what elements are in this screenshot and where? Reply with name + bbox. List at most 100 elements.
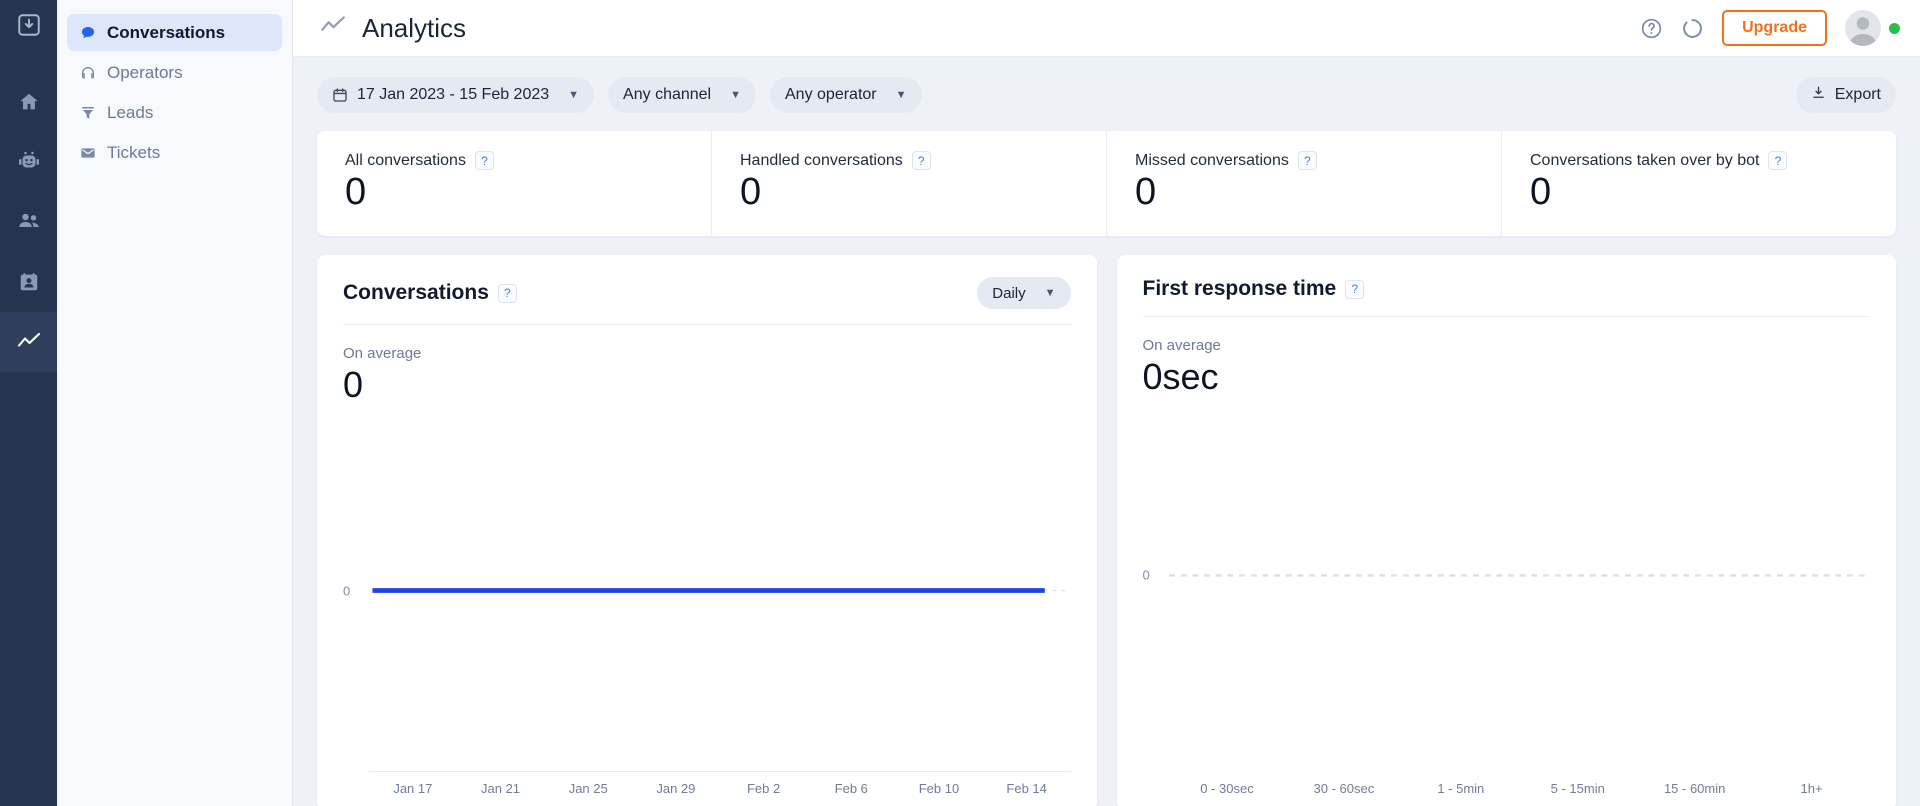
panel-title: Conversations	[343, 281, 489, 304]
help-tooltip-icon[interactable]: ?	[911, 151, 931, 170]
chat-bubble-icon	[79, 25, 96, 41]
panel-title: First response time	[1142, 277, 1337, 300]
header-right: Upgrade	[1640, 10, 1900, 46]
help-tooltip-icon[interactable]: ?	[474, 151, 494, 170]
chevron-down-icon: ▼	[568, 89, 580, 101]
kpi-all-conversations: All conversations ? 0	[317, 131, 712, 236]
help-tooltip-icon[interactable]: ?	[1297, 151, 1317, 170]
sidebar-item-tickets[interactable]: Tickets	[67, 134, 282, 171]
kpi-value: 0	[345, 171, 367, 213]
kpi-label: Missed conversations	[1135, 151, 1289, 169]
secondary-sidebar: Conversations Operators Leads Tickets	[57, 0, 293, 806]
granularity-label: Daily	[992, 284, 1026, 302]
average-label: On average	[343, 345, 422, 362]
kpi-value: 0	[740, 171, 762, 213]
help-tooltip-icon[interactable]: ?	[1768, 151, 1788, 170]
x-axis-tick: 15 - 60min	[1663, 781, 1726, 796]
conversations-x-axis: Jan 17 Jan 21 Jan 25 Jan 29 Feb 2 Feb 6 …	[369, 771, 1071, 806]
kpi-bot-taken-over: Conversations taken over by bot ? 0	[1502, 131, 1896, 236]
chevron-down-icon: ▼	[895, 89, 907, 101]
top-header: Analytics Upgrade	[293, 0, 1920, 57]
x-axis-tick: Feb 6	[834, 781, 868, 796]
help-tooltip-icon[interactable]: ?	[1345, 279, 1365, 299]
rail-item-analytics[interactable]	[0, 312, 57, 372]
conversations-panel: Conversations ? Daily ▼ On average 0 0 J…	[317, 255, 1097, 806]
conversations-line-chart: 0	[343, 410, 1071, 771]
rail-item-contacts[interactable]	[0, 192, 57, 252]
sidebar-item-conversations[interactable]: Conversations	[67, 14, 282, 51]
avatar-area	[1845, 10, 1900, 46]
primary-nav-rail	[0, 0, 57, 806]
calendar-icon	[332, 87, 348, 103]
kpi-summary-card: All conversations ? 0 Handled conversati…	[317, 131, 1896, 236]
panel-header: First response time ?	[1142, 277, 1870, 317]
x-axis-tick: Jan 29	[656, 781, 696, 796]
rail-item-directory[interactable]	[0, 252, 57, 312]
kpi-label: All conversations	[345, 151, 466, 169]
kpi-header: Conversations taken over by bot ?	[1530, 151, 1868, 170]
kpi-handled-conversations: Handled conversations ? 0	[712, 131, 1107, 236]
download-icon	[1811, 85, 1826, 105]
kpi-value: 0	[1530, 171, 1552, 213]
x-axis-tick: 5 - 15min	[1550, 781, 1605, 796]
date-range-label: 17 Jan 2023 - 15 Feb 2023	[357, 86, 550, 103]
first-response-x-axis: 0 - 30sec 30 - 60sec 1 - 5min 5 - 15min …	[1169, 771, 1871, 806]
page-title: Analytics	[362, 12, 467, 43]
help-tooltip-icon[interactable]: ?	[497, 283, 517, 303]
sidebar-item-label: Leads	[107, 102, 154, 122]
content-area: 17 Jan 2023 - 15 Feb 2023 ▼ Any channel …	[293, 57, 1920, 806]
line-chart-icon	[17, 332, 40, 347]
x-axis-tick: Feb 2	[746, 781, 781, 796]
rail-item-chatbot[interactable]	[0, 132, 57, 192]
loading-spinner-icon[interactable]	[1681, 17, 1704, 40]
sidebar-item-operators[interactable]: Operators	[67, 54, 282, 91]
sidebar-item-leads[interactable]: Leads	[67, 94, 282, 131]
average-label: On average	[1142, 337, 1221, 354]
x-axis-tick: 1 - 5min	[1437, 781, 1485, 796]
export-button[interactable]: Export	[1795, 77, 1896, 113]
robot-icon	[18, 151, 39, 168]
panel-header: Conversations ? Daily ▼	[343, 277, 1071, 325]
chart-plot-area	[369, 588, 1071, 593]
main-column: Analytics Upgrade 17 Jan 2023 - 15 Feb 2…	[293, 0, 1920, 806]
app-logo-icon[interactable]	[14, 10, 44, 40]
rail-item-home[interactable]	[0, 72, 57, 132]
x-axis-tick: 0 - 30sec	[1200, 781, 1254, 796]
x-axis-tick: Jan 21	[481, 781, 521, 796]
help-circle-icon[interactable]	[1640, 17, 1663, 40]
channel-filter[interactable]: Any channel ▼	[608, 77, 756, 113]
chevron-down-icon: ▼	[1044, 287, 1056, 299]
analytics-app: Conversations Operators Leads Tickets An…	[0, 0, 1920, 806]
user-avatar-icon	[1849, 17, 1877, 46]
date-range-picker[interactable]: 17 Jan 2023 - 15 Feb 2023 ▼	[317, 77, 595, 113]
sidebar-item-label: Tickets	[107, 142, 161, 162]
kpi-header: Missed conversations ?	[1135, 151, 1473, 170]
operator-filter-label: Any operator	[785, 86, 877, 103]
home-icon	[19, 93, 38, 110]
kpi-missed-conversations: Missed conversations ? 0	[1107, 131, 1502, 236]
x-axis-tick: Feb 14	[1006, 781, 1047, 796]
kpi-label: Handled conversations	[740, 151, 903, 169]
funnel-icon	[79, 105, 96, 121]
upgrade-button[interactable]: Upgrade	[1722, 10, 1827, 46]
line-chart-icon	[319, 12, 347, 45]
kpi-header: All conversations ?	[345, 151, 683, 170]
headset-icon	[79, 65, 96, 81]
operator-filter[interactable]: Any operator ▼	[770, 77, 922, 113]
granularity-select[interactable]: Daily ▼	[977, 277, 1071, 309]
chart-panels: Conversations ? Daily ▼ On average 0 0 J…	[317, 255, 1896, 806]
x-axis-tick: Jan 25	[568, 781, 608, 796]
x-axis-tick: 30 - 60sec	[1313, 781, 1375, 796]
x-axis-tick: Feb 10	[918, 781, 960, 796]
envelope-icon	[79, 145, 96, 161]
average-value: 0	[343, 364, 364, 405]
avatar[interactable]	[1845, 10, 1881, 46]
chevron-down-icon: ▼	[730, 89, 741, 101]
x-axis-tick: 1h+	[1800, 781, 1823, 796]
first-response-bar-chart: 0	[1142, 402, 1870, 771]
channel-filter-label: Any channel	[623, 86, 712, 103]
users-icon	[18, 213, 39, 227]
y-axis-tick: 0	[343, 583, 351, 598]
y-axis-tick: 0	[1142, 567, 1150, 583]
header-left: Analytics	[319, 12, 466, 45]
